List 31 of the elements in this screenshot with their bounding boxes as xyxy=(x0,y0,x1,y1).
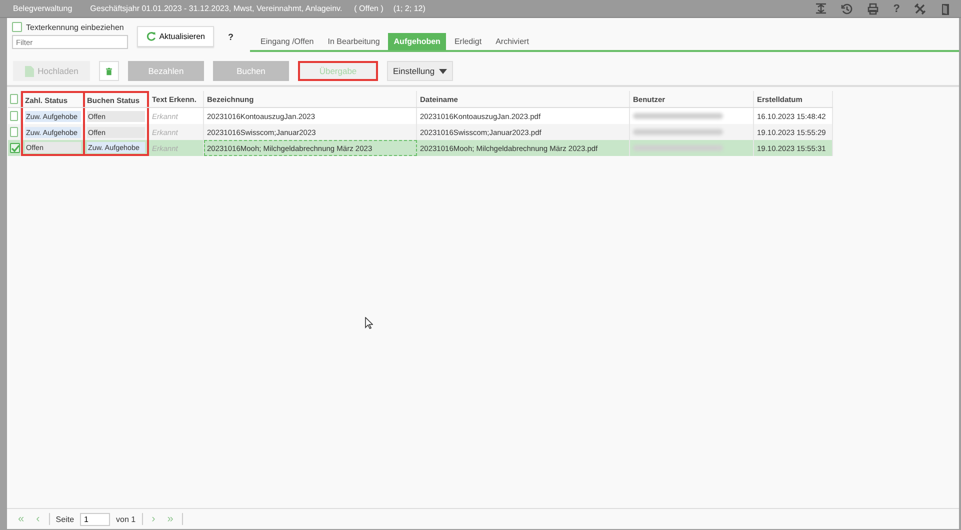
tab[interactable]: Eingang /Offen xyxy=(254,33,320,50)
history-icon[interactable] xyxy=(841,2,854,14)
status-text: ( Offen ) xyxy=(354,4,384,13)
tab[interactable]: Erledigt xyxy=(448,33,488,50)
refresh-icon xyxy=(146,31,156,42)
fiscal-year-text: Geschäftsjahr 01.01.2023 - 31.12.2023, Mwst, Vereinnahmt, Anlageinv. xyxy=(90,4,342,13)
help-text: ? xyxy=(228,32,234,42)
exit-icon[interactable] xyxy=(940,2,951,14)
tab[interactable]: In Bearbeitung xyxy=(322,33,386,50)
tools-icon[interactable] xyxy=(914,2,926,14)
page-field[interactable]: 1 xyxy=(80,512,110,526)
window-title: Belegverwaltung xyxy=(13,4,72,13)
checkbox-label: Texterkennung einbeziehen xyxy=(26,22,124,32)
print-icon[interactable] xyxy=(867,2,880,14)
row-checkbox[interactable] xyxy=(10,127,18,137)
collapse-icon[interactable] xyxy=(815,3,828,14)
refresh-button[interactable]: Aktualisieren xyxy=(137,26,214,47)
checkbox[interactable] xyxy=(12,22,22,32)
row-checkbox[interactable] xyxy=(10,111,18,121)
caret-icon xyxy=(438,68,447,74)
mouse-pointer-icon xyxy=(365,317,373,329)
delete-button[interactable] xyxy=(99,61,119,81)
file-icon xyxy=(24,66,34,76)
counts-text: (1; 2; 12) xyxy=(393,4,426,13)
tab[interactable]: Archiviert xyxy=(490,33,535,50)
page-count: von 1 xyxy=(116,514,136,524)
page-label: Seite xyxy=(56,514,74,524)
row-checkbox[interactable] xyxy=(10,143,20,153)
settings-dropdown[interactable]: Einstellung xyxy=(387,61,453,81)
select-all-checkbox[interactable] xyxy=(10,94,18,104)
trash-icon xyxy=(106,66,112,76)
